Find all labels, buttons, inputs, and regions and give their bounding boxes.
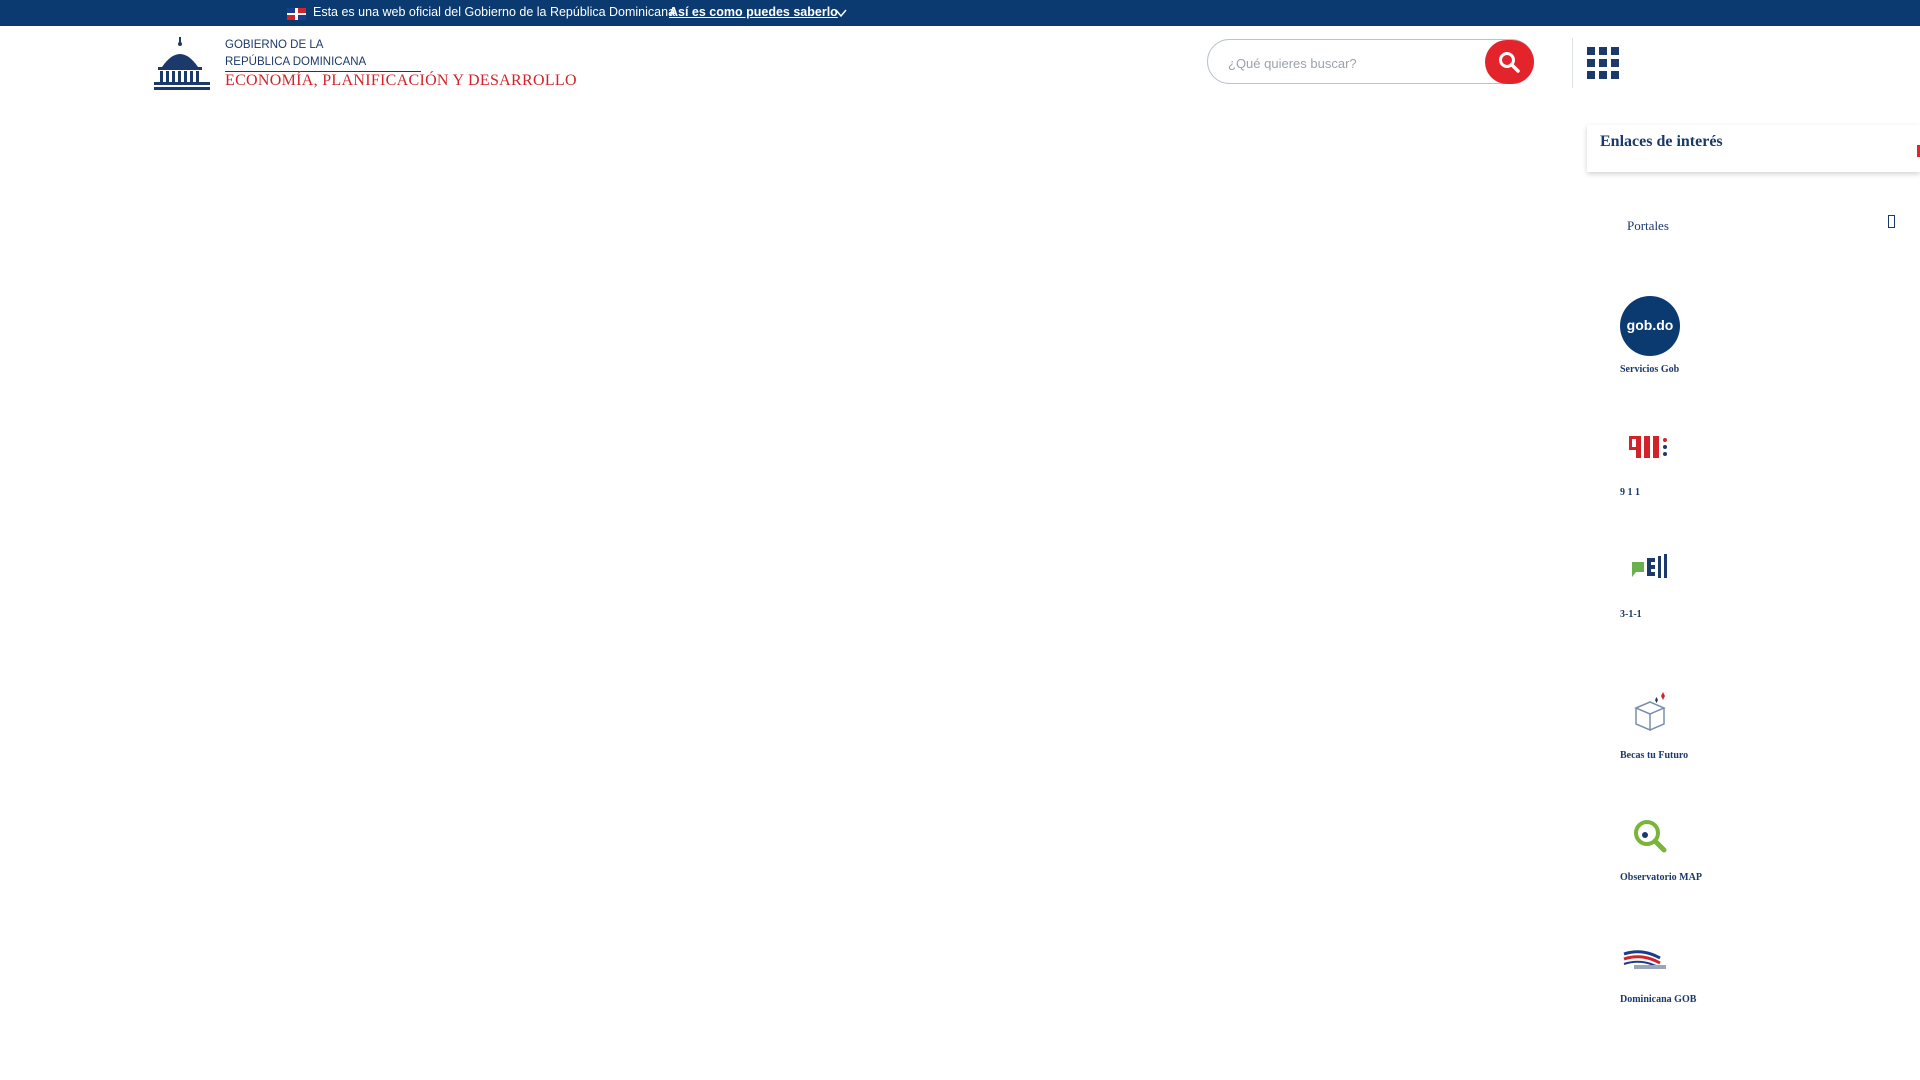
search-button[interactable] <box>1485 40 1534 84</box>
how-to-know-link[interactable]: Así es como puedes saberlo <box>669 5 838 19</box>
becas-icon <box>1634 692 1666 732</box>
official-site-text: Esta es una web oficial del Gobierno de … <box>313 5 676 19</box>
chevron-down-icon[interactable] <box>835 8 847 18</box>
portales-toggle-icon[interactable] <box>1888 215 1895 228</box>
search-icon <box>1499 52 1520 73</box>
dominican-flag-icon <box>287 8 306 20</box>
911-icon <box>1629 436 1667 458</box>
311-icon <box>1632 554 1667 578</box>
official-site-bar: Esta es una web oficial del Gobierno de … <box>0 0 1920 26</box>
links-panel-title: Enlaces de interés <box>1600 133 1723 150</box>
gob-do-badge-text: gob.do <box>1627 317 1674 333</box>
observatorio-icon <box>1634 820 1667 853</box>
logo-text-gobierno: GOBIERNO DE LA <box>225 39 324 51</box>
apps-grid-icon[interactable] <box>1587 47 1619 79</box>
portal-label: Servicios Gob <box>1620 364 1680 375</box>
gob-do-icon: gob.do <box>1620 296 1680 356</box>
portal-label: Dominicana GOB <box>1620 994 1697 1005</box>
links-panel-header: Enlaces de interés <box>1587 125 1920 172</box>
portal-label: 9 1 1 <box>1620 487 1640 498</box>
logo-text-ministry: ECONOMÍA, PLANIFICACIÓN Y DESARROLLO <box>225 72 577 89</box>
header-divider <box>1572 38 1573 88</box>
portal-label: Observatorio MAP <box>1620 872 1702 883</box>
portales-section-label[interactable]: Portales <box>1627 218 1669 234</box>
portal-label: Becas tu Futuro <box>1620 750 1689 761</box>
dominicana-gob-icon <box>1623 950 1666 969</box>
search-input[interactable] <box>1226 52 1480 74</box>
palacio-nacional-logo-icon <box>154 37 210 90</box>
portal-label: 3-1-1 <box>1620 609 1642 620</box>
logo-text-republica: REPÚBLICA DOMINICANA <box>225 56 367 68</box>
